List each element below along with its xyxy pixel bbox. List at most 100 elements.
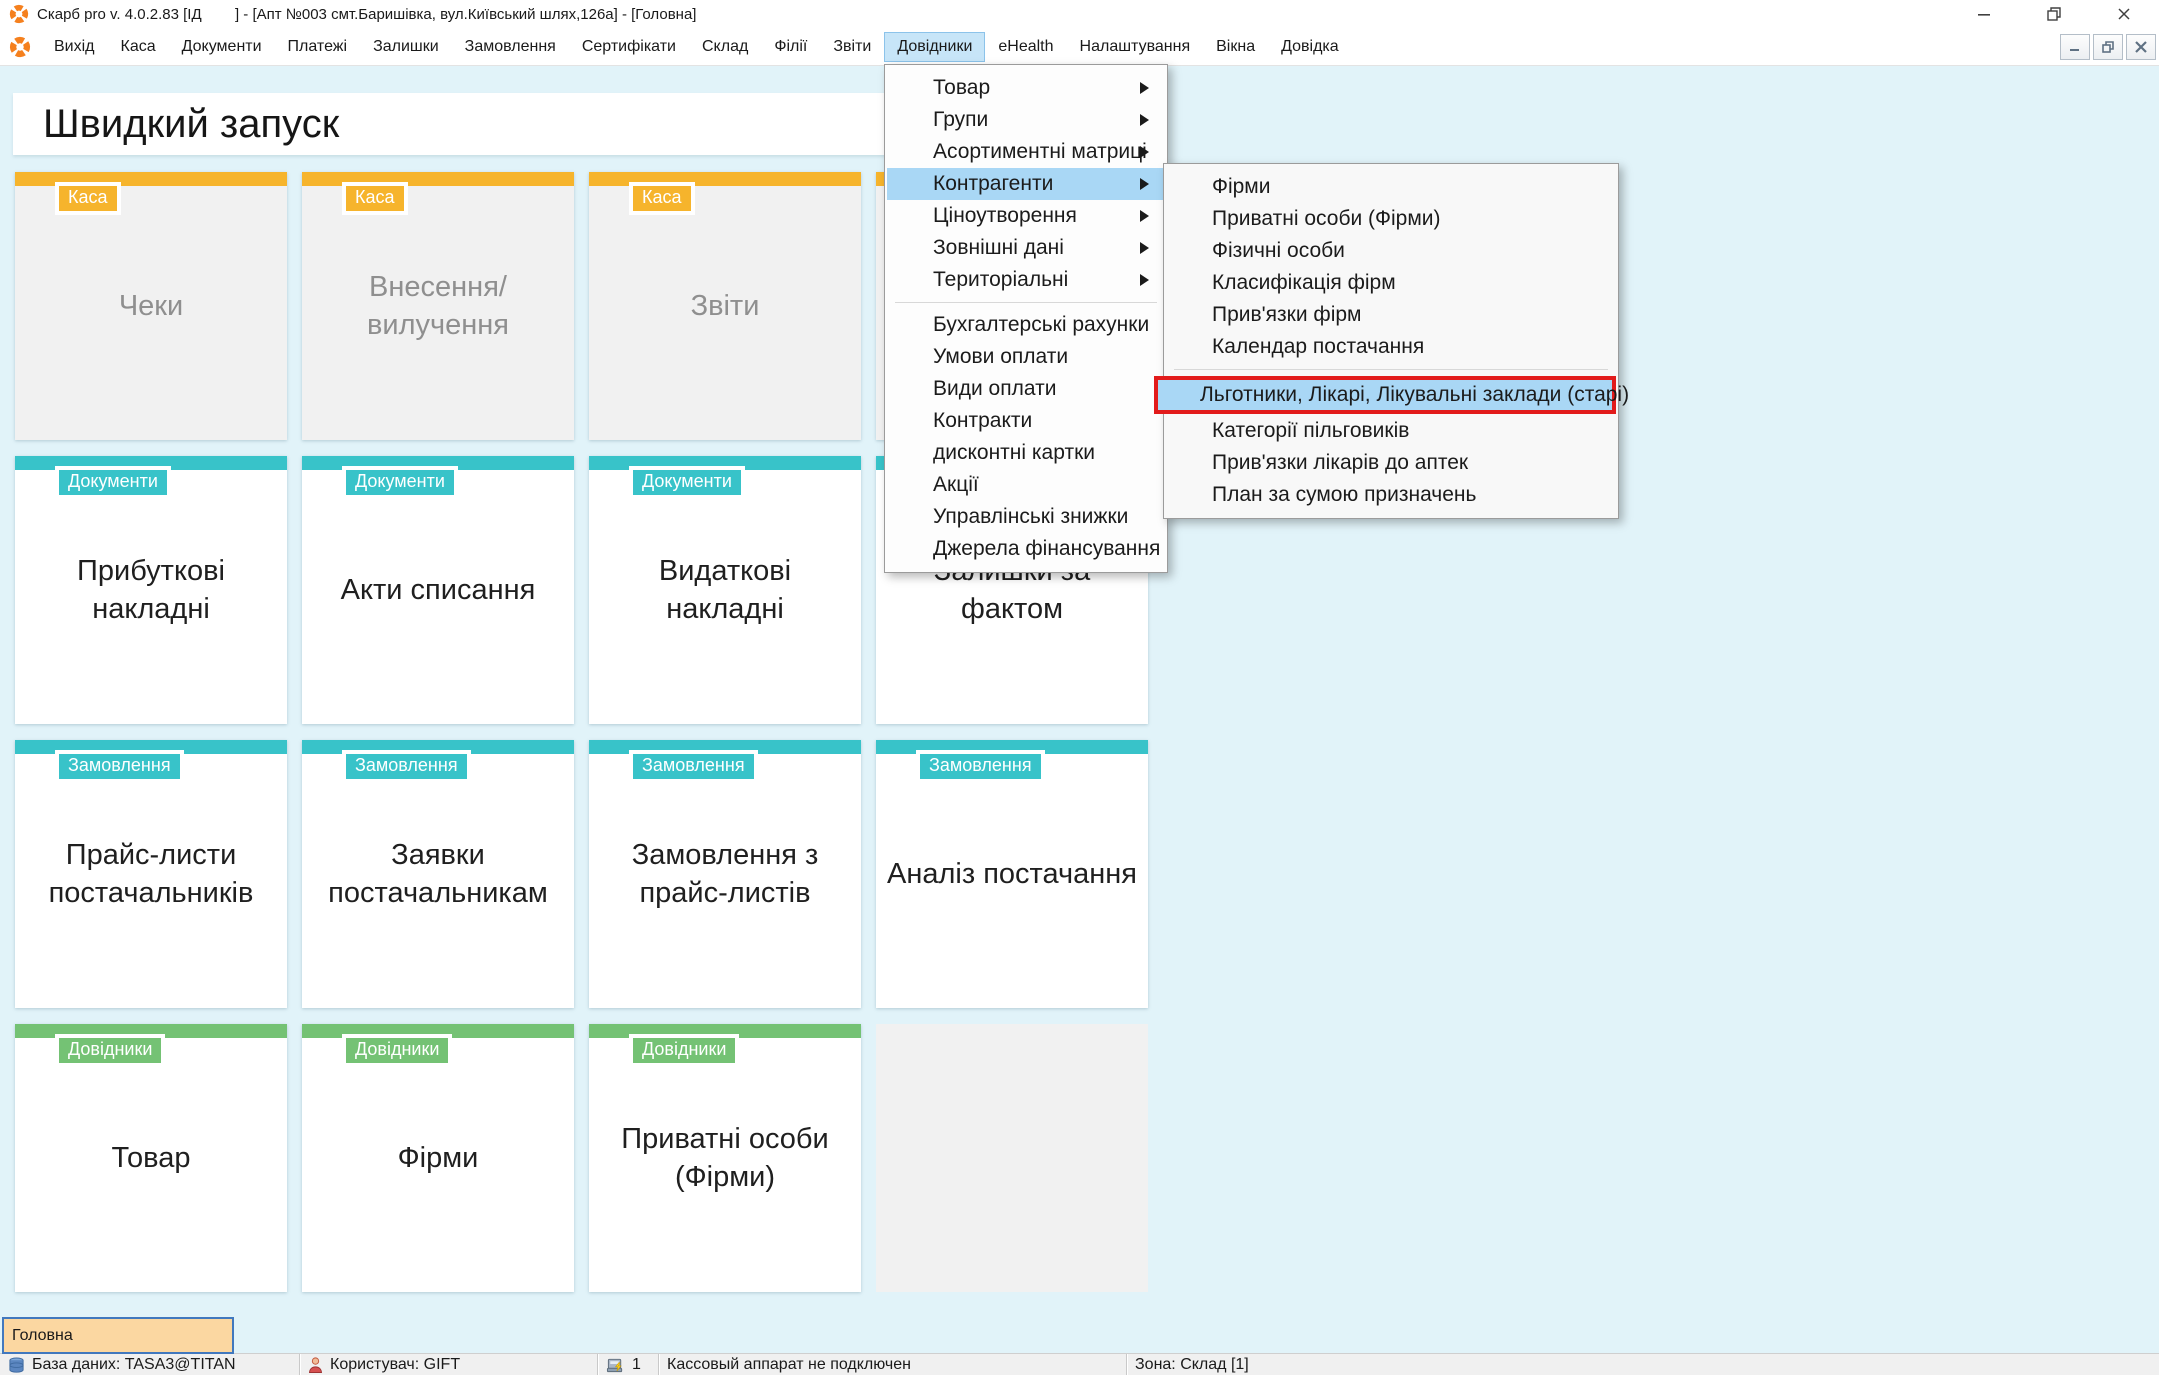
tile-аналіз-постачання[interactable]: ЗамовленняАналіз постачання bbox=[876, 740, 1148, 1008]
tile-label: Видаткові накладні bbox=[589, 456, 861, 724]
tile-акти-списання[interactable]: ДокументиАкти списання bbox=[302, 456, 574, 724]
tile-звіти[interactable]: КасаЗвіти bbox=[589, 172, 861, 440]
status-panel-3: Кассовый аппарат не подключен bbox=[659, 1354, 1127, 1375]
page-title: Швидкий запуск bbox=[43, 102, 339, 147]
tile-приватні-особи-фірми-[interactable]: ДовідникиПриватні особи (Фірми) bbox=[589, 1024, 861, 1292]
submenu-arrow-icon bbox=[1140, 114, 1149, 126]
window-title: Скарб pro v. 4.0.2.83 [ІД ] - [Апт №003 … bbox=[37, 6, 696, 23]
status-text-1: Користувач: GIFT bbox=[330, 1356, 460, 1374]
menubar-item-філії[interactable]: Філії bbox=[761, 32, 820, 62]
dropdown-item-контрагенти[interactable]: Контрагенти bbox=[887, 168, 1165, 200]
submenu-separator bbox=[1174, 369, 1608, 370]
status-text-0: База даних: TASA3@TITAN bbox=[32, 1356, 236, 1374]
mdi-window-controls bbox=[2060, 34, 2156, 60]
submenu-arrow-icon bbox=[1140, 178, 1149, 190]
minimize-button[interactable] bbox=[1949, 0, 2019, 28]
database-icon bbox=[8, 1356, 25, 1374]
submenu-item-приватні-особи-фірми-[interactable]: Приватні особи (Фірми) bbox=[1166, 203, 1616, 235]
submenu-item-льготники-лікарі-лікувальні-заклади-старі-[interactable]: Льготники, Лікарі, Лікувальні заклади (с… bbox=[1154, 376, 1616, 414]
submenu-arrow-icon bbox=[1140, 242, 1149, 254]
dropdown-item-групи[interactable]: Групи bbox=[887, 104, 1165, 136]
menubar-item-звіти[interactable]: Звіти bbox=[820, 32, 884, 62]
tile-label: Товар bbox=[15, 1024, 287, 1292]
tile-label: Прибуткові накладні bbox=[15, 456, 287, 724]
status-text-3: Кассовый аппарат не подключен bbox=[667, 1356, 911, 1374]
kontragenty-submenu: ФірмиПриватні особи (Фірми)Фізичні особи… bbox=[1163, 163, 1619, 519]
menubar-item-вікна[interactable]: Вікна bbox=[1203, 32, 1268, 62]
tile-заявки-постачальникам[interactable]: ЗамовленняЗаявки постачальникам bbox=[302, 740, 574, 1008]
tile-label: Фірми bbox=[302, 1024, 574, 1292]
mdi-restore-button[interactable] bbox=[2093, 34, 2123, 60]
dropdown-item-бухгалтерські-рахунки[interactable]: Бухгалтерські рахунки bbox=[887, 309, 1165, 341]
tile-товар[interactable]: ДовідникиТовар bbox=[15, 1024, 287, 1292]
tile-видаткові-накладні[interactable]: ДокументиВидаткові накладні bbox=[589, 456, 861, 724]
tile-label: Внесення/вилучення bbox=[302, 172, 574, 440]
submenu-item-фірми[interactable]: Фірми bbox=[1166, 171, 1616, 203]
menubar-item-ehealth[interactable]: eHealth bbox=[985, 32, 1066, 62]
dropdown-item-зовнішні-дані[interactable]: Зовнішні дані bbox=[887, 232, 1165, 264]
dropdown-item-асортиментні-матриці[interactable]: Асортиментні матриці bbox=[887, 136, 1165, 168]
menubar-item-довідка[interactable]: Довідка bbox=[1268, 32, 1352, 62]
dropdown-item-управлінські-знижки[interactable]: Управлінські знижки bbox=[887, 501, 1165, 533]
submenu-item-прив-язки-лікарів-до-аптек[interactable]: Прив'язки лікарів до аптек bbox=[1166, 447, 1616, 479]
tile-внесення-вилучення[interactable]: КасаВнесення/вилучення bbox=[302, 172, 574, 440]
dropdown-item-умови-оплати[interactable]: Умови оплати bbox=[887, 341, 1165, 373]
close-button[interactable] bbox=[2089, 0, 2159, 28]
user-icon bbox=[308, 1356, 323, 1374]
status-panel-4: Зона: Склад [1] bbox=[1127, 1354, 2159, 1375]
menubar-item-налаштування[interactable]: Налаштування bbox=[1067, 32, 1204, 62]
menu-bar: ВихідКасаДокументиПлатежіЗалишкиЗамовлен… bbox=[0, 28, 2159, 66]
dropdown-item-дисконтні-картки[interactable]: дисконтні картки bbox=[887, 437, 1165, 469]
status-panel-2: 1 bbox=[598, 1354, 659, 1375]
dropdown-item-товар[interactable]: Товар bbox=[887, 72, 1165, 104]
tile-label: Замовлення з прайс-листів bbox=[589, 740, 861, 1008]
dropdown-item-джерела-фінансування[interactable]: Джерела фінансування bbox=[887, 533, 1165, 565]
menubar-item-сертифікати[interactable]: Сертифікати bbox=[569, 32, 689, 62]
tile-label: Аналіз постачання bbox=[876, 740, 1148, 1008]
dropdown-item-територіальні[interactable]: Територіальні bbox=[887, 264, 1165, 296]
submenu-item-класифікація-фірм[interactable]: Класифікація фірм bbox=[1166, 267, 1616, 299]
title-bar: Скарб pro v. 4.0.2.83 [ІД ] - [Апт №003 … bbox=[0, 0, 2159, 28]
menubar-item-залишки[interactable]: Залишки bbox=[360, 32, 452, 62]
tile-label: Заявки постачальникам bbox=[302, 740, 574, 1008]
dropdown-item-види-оплати[interactable]: Види оплати bbox=[887, 373, 1165, 405]
restore-button[interactable] bbox=[2019, 0, 2089, 28]
status-text-4: Зона: Склад [1] bbox=[1135, 1356, 1249, 1374]
status-text-2: 1 bbox=[632, 1356, 641, 1374]
submenu-arrow-icon bbox=[1140, 274, 1149, 286]
submenu-item-категорії-пільговиків[interactable]: Категорії пільговиків bbox=[1166, 415, 1616, 447]
dropdown-item-ціноутворення[interactable]: Ціноутворення bbox=[887, 200, 1165, 232]
application-window: Скарб pro v. 4.0.2.83 [ІД ] - [Апт №003 … bbox=[0, 0, 2159, 1375]
submenu-item-прив-язки-фірм[interactable]: Прив'язки фірм bbox=[1166, 299, 1616, 331]
submenu-item-календар-постачання[interactable]: Календар постачання bbox=[1166, 331, 1616, 363]
mdi-minimize-button[interactable] bbox=[2060, 34, 2090, 60]
tile-прибуткові-накладні[interactable]: ДокументиПрибуткові накладні bbox=[15, 456, 287, 724]
tile-замовлення-з-прайс-листів[interactable]: ЗамовленняЗамовлення з прайс-листів bbox=[589, 740, 861, 1008]
status-panel-1: Користувач: GIFT bbox=[300, 1354, 598, 1375]
tile-label: Приватні особи (Фірми) bbox=[589, 1024, 861, 1292]
menu-items: ВихідКасаДокументиПлатежіЗалишкиЗамовлен… bbox=[41, 32, 1352, 62]
menubar-item-склад[interactable]: Склад bbox=[689, 32, 761, 62]
submenu-item-план-за-сумою-призначень[interactable]: План за сумою призначень bbox=[1166, 479, 1616, 511]
dropdown-item-контракти[interactable]: Контракти bbox=[887, 405, 1165, 437]
status-bar: База даних: TASA3@TITAN Користувач: GIFT 1… bbox=[0, 1353, 2159, 1375]
tab-holovna[interactable]: Головна bbox=[2, 1317, 234, 1354]
tile-empty bbox=[876, 1024, 1148, 1292]
tile-чеки[interactable]: КасаЧеки bbox=[15, 172, 287, 440]
menubar-item-платежі[interactable]: Платежі bbox=[275, 32, 361, 62]
menubar-item-замовлення[interactable]: Замовлення bbox=[452, 32, 569, 62]
app-logo-icon bbox=[9, 4, 29, 24]
tile-фірми[interactable]: ДовідникиФірми bbox=[302, 1024, 574, 1292]
submenu-item-фізичні-особи[interactable]: Фізичні особи bbox=[1166, 235, 1616, 267]
menubar-item-документи[interactable]: Документи bbox=[169, 32, 275, 62]
tile-label: Акти списання bbox=[302, 456, 574, 724]
cash-register-icon bbox=[606, 1356, 625, 1374]
tile-прайс-листи-постачальників[interactable]: ЗамовленняПрайс-листи постачальників bbox=[15, 740, 287, 1008]
submenu-arrow-icon bbox=[1140, 210, 1149, 222]
mdi-close-button[interactable] bbox=[2126, 34, 2156, 60]
status-panel-0: База даних: TASA3@TITAN bbox=[0, 1354, 300, 1375]
menubar-item-каса[interactable]: Каса bbox=[108, 32, 169, 62]
dropdown-item-акції[interactable]: Акції bbox=[887, 469, 1165, 501]
menubar-item-вихід[interactable]: Вихід bbox=[41, 32, 108, 62]
menubar-item-довідники[interactable]: Довідники bbox=[884, 32, 985, 62]
